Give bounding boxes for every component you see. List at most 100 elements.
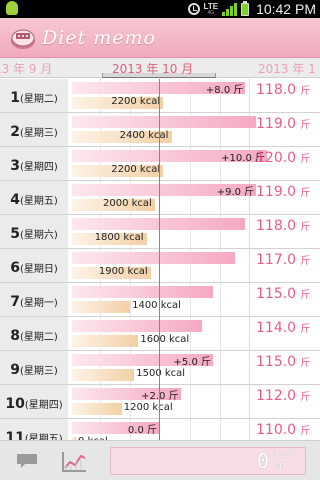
- row-weight: 118.0 斤: [256, 218, 311, 234]
- row-weight: 118.0 斤: [256, 82, 311, 98]
- row-day: 5: [10, 226, 20, 242]
- row-weekday: (星期二): [19, 332, 58, 343]
- day-row[interactable]: 8(星期二) 1600 kcal 114.0 斤: [0, 317, 320, 351]
- day-row[interactable]: 6(星期日) 1900 kcal 117.0 斤: [0, 249, 320, 283]
- row-date: 8(星期二): [0, 325, 68, 344]
- status-time: 10:42 PM: [256, 1, 316, 17]
- row-weekday: (星期四): [19, 162, 58, 173]
- entry-units: kcal 斤: [275, 450, 294, 471]
- row-date: 2(星期三): [0, 121, 68, 140]
- row-day: 8: [10, 328, 20, 344]
- day-row[interactable]: 10(星期四) +2.0 斤 1200 kcal 112.0 斤: [0, 385, 320, 419]
- entry-value: 0: [257, 449, 270, 473]
- row-weekday: (星期三): [19, 128, 58, 139]
- row-date: 10(星期四): [0, 393, 68, 412]
- tab-current-month[interactable]: 2013 年 10 月: [112, 60, 193, 77]
- scale-logo-icon: [11, 29, 35, 49]
- row-weight: 115.0 斤: [256, 286, 311, 302]
- kcal-bar: [72, 335, 139, 347]
- tab-prev-month[interactable]: 13 年 9 月: [0, 60, 52, 77]
- kcal-bar: [72, 369, 135, 381]
- row-weekday: (星期五): [19, 196, 58, 207]
- row-date: 7(星期一): [0, 291, 68, 310]
- row-day: 7: [10, 294, 20, 310]
- weight-delta-label: +9.0 斤: [216, 187, 255, 198]
- weight-delta-bar: [72, 320, 203, 332]
- kcal-label: 1600 kcal: [140, 334, 190, 345]
- day-row[interactable]: 3(星期四) +10.0 斤 2200 kcal 120.0 斤: [0, 147, 320, 181]
- row-weekday: (星期四): [24, 400, 63, 411]
- day-row[interactable]: 1(星期二) +8.0 斤 2200 kcal 118.0 斤: [0, 79, 320, 113]
- row-weekday: (星期三): [19, 366, 58, 377]
- weight-delta-bar: +9.0 斤: [72, 184, 257, 198]
- row-weight: 119.0 斤: [256, 184, 311, 200]
- day-row[interactable]: 7(星期一) 1400 kcal 115.0 斤: [0, 283, 320, 317]
- row-weight: 112.0 斤: [256, 388, 311, 404]
- kcal-label: 1500 kcal: [136, 368, 186, 379]
- weight-delta-label: +5.0 斤: [173, 357, 211, 368]
- kcal-label: 2200 kcal: [111, 96, 161, 107]
- kcal-label: 2400 kcal: [119, 130, 169, 141]
- row-weight: 110.0 斤: [256, 422, 311, 438]
- baseline-marker: [159, 79, 160, 440]
- row-date: 4(星期五): [0, 189, 68, 208]
- row-weight: 119.0 斤: [256, 116, 311, 132]
- row-day: 9: [10, 362, 20, 378]
- day-row[interactable]: 11(星期五)0.0 斤0 kcal110.0 斤: [0, 419, 320, 440]
- row-date: 5(星期六): [0, 223, 68, 242]
- app-header: Diet memo: [0, 18, 320, 58]
- row-date: 9(星期三): [0, 359, 68, 378]
- row-date: 3(星期四): [0, 155, 68, 174]
- alarm-icon: [187, 3, 200, 15]
- row-weight: 114.0 斤: [256, 320, 311, 336]
- kcal-label: 2000 kcal: [103, 198, 152, 209]
- kcal-label: 2200 kcal: [111, 164, 161, 175]
- row-weight: 120.0 斤: [256, 150, 311, 166]
- battery-icon: [241, 0, 250, 16]
- daily-record-list[interactable]: 1(星期二) +8.0 斤 2200 kcal 118.0 斤 2(星期三) 2400 k…: [0, 79, 320, 440]
- status-bar: LTE 4G 10:42 PM: [0, 0, 320, 18]
- kcal-label: 1900 kcal: [98, 266, 148, 277]
- day-row[interactable]: 9(星期三) +5.0 斤 1500 kcal 115.0 斤: [0, 351, 320, 385]
- signal-icon: [222, 2, 238, 16]
- day-row[interactable]: 4(星期五) +9.0 斤 2000 kcal 119.0 斤: [0, 181, 320, 215]
- row-day: 3: [10, 158, 20, 174]
- weight-delta-bar: [72, 252, 235, 264]
- lte-indicator: LTE 4G: [203, 1, 219, 16]
- row-day: 11: [5, 430, 25, 440]
- entry-input[interactable]: 0 kcal 斤: [110, 447, 306, 475]
- row-date: 1(星期二): [0, 87, 68, 106]
- row-day: 10: [5, 396, 25, 412]
- android-icon: [4, 1, 20, 16]
- row-weight: 115.0 斤: [256, 354, 311, 370]
- weight-delta-bar: +2.0 斤: [72, 388, 181, 402]
- memo-icon[interactable]: [16, 453, 38, 469]
- row-day: 4: [10, 192, 20, 208]
- graph-icon[interactable]: [60, 450, 88, 474]
- row-day: 1: [10, 90, 20, 106]
- weight-delta-bar: [72, 286, 213, 298]
- month-selector: 13 年 9 月 2013 年 10 月 2013 年 1: [0, 58, 320, 78]
- tab-next-month[interactable]: 2013 年 1: [258, 60, 316, 77]
- kcal-label: 1800 kcal: [94, 232, 144, 243]
- row-weekday: (星期六): [19, 230, 58, 241]
- kcal-bar: [72, 301, 131, 313]
- kcal-label: 1200 kcal: [123, 402, 173, 413]
- weight-delta-bar: 0.0 斤: [72, 422, 159, 436]
- row-weight: 117.0 斤: [256, 252, 311, 268]
- kcal-bar: [72, 403, 122, 415]
- weight-delta-bar: [72, 116, 257, 128]
- weight-delta-bar: +10.0 斤: [72, 150, 267, 164]
- weight-delta-bar: +5.0 斤: [72, 354, 213, 368]
- kcal-label: 1400 kcal: [132, 300, 181, 311]
- row-weekday: (星期二): [19, 94, 58, 105]
- row-weekday: (星期一): [19, 298, 58, 309]
- row-date: 11(星期五): [0, 427, 68, 440]
- weight-delta-label: +8.0 斤: [205, 85, 244, 96]
- day-row[interactable]: 5(星期六) 1800 kcal 118.0 斤: [0, 215, 320, 249]
- weight-delta-label: 0.0 斤: [127, 425, 157, 436]
- bottom-toolbar: 0 kcal 斤: [0, 440, 320, 480]
- day-row[interactable]: 2(星期三) 2400 kcal 119.0 斤: [0, 113, 320, 147]
- row-weekday: (星期日): [19, 264, 58, 275]
- row-date: 6(星期日): [0, 257, 68, 276]
